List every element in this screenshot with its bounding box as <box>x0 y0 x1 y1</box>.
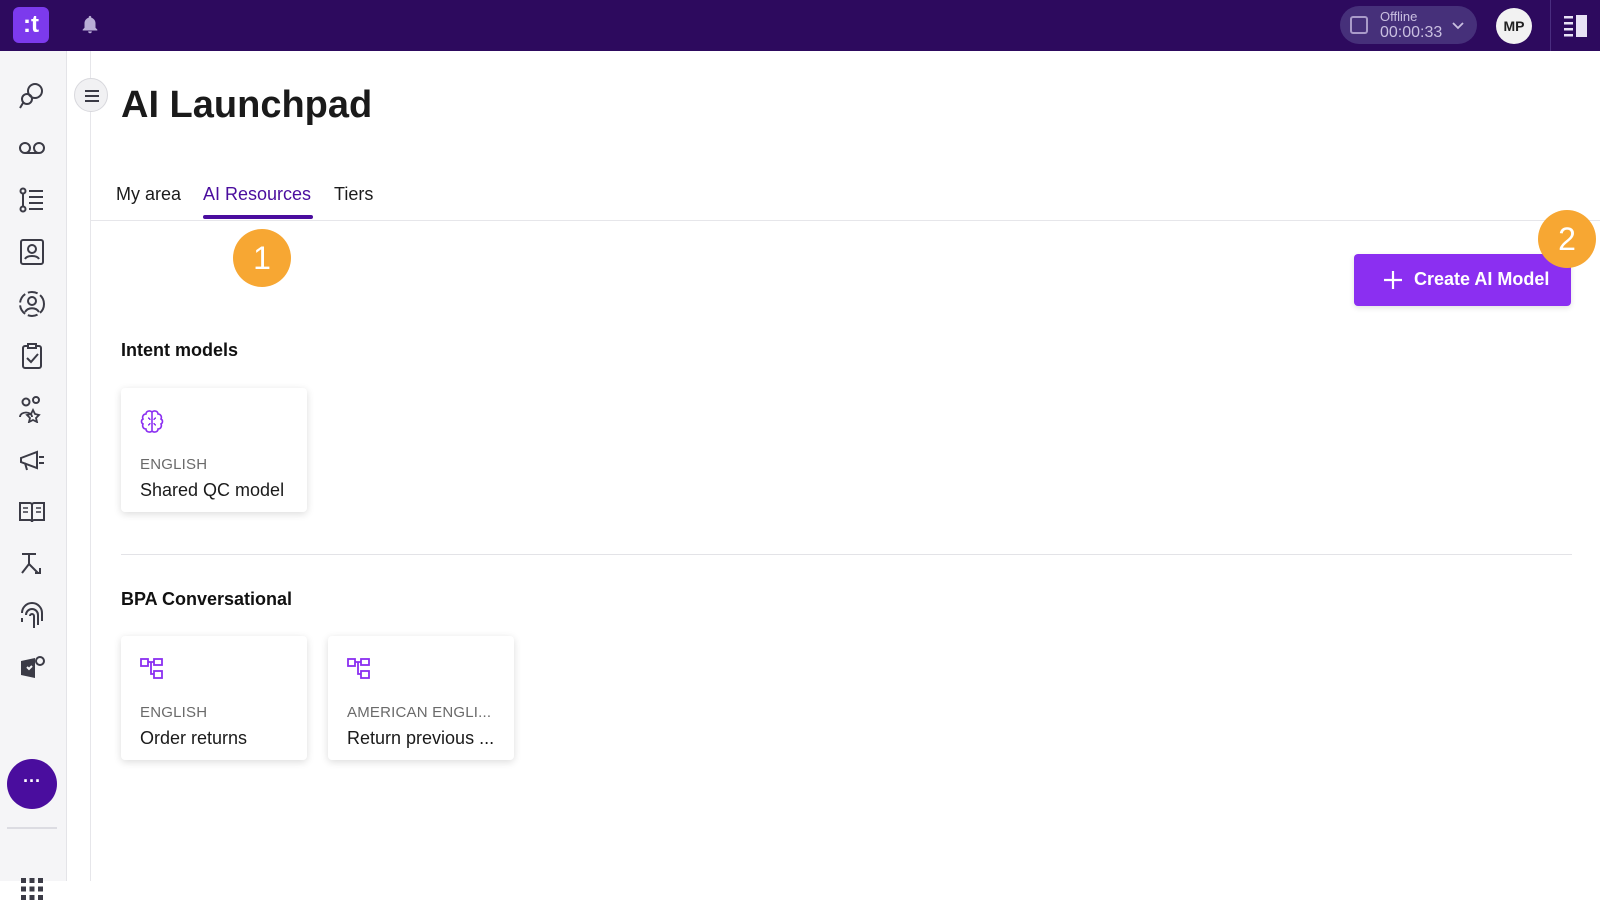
callout-badge-1: 1 <box>233 229 291 287</box>
more-apps-button[interactable]: ··· <box>7 759 57 809</box>
tab-my-area[interactable]: My area <box>116 184 181 205</box>
user-avatar[interactable]: MP <box>1496 8 1532 44</box>
model-card[interactable]: ENGLISH Order returns <box>121 636 307 760</box>
side-panel-toggle[interactable] <box>1550 0 1600 51</box>
callout-badge-2: 2 <box>1538 210 1596 268</box>
sidebar-menu-button[interactable] <box>74 78 108 112</box>
create-ai-model-button[interactable]: Create AI Model <box>1354 254 1571 306</box>
status-stop-icon <box>1350 16 1368 34</box>
left-navigation: ··· <box>0 51 67 900</box>
clipboard-check-icon[interactable] <box>17 341 47 371</box>
tab-tiers[interactable]: Tiers <box>334 184 373 205</box>
agent-status-selector[interactable]: Offline 00:00:33 <box>1340 6 1477 44</box>
fingerprint-icon[interactable] <box>17 601 47 631</box>
model-language: ENGLISH <box>140 456 208 473</box>
contact-book-icon[interactable] <box>17 237 47 267</box>
tabs-divider <box>91 220 1600 221</box>
book-icon[interactable] <box>17 497 47 527</box>
panel-icon <box>1564 15 1587 37</box>
plus-icon <box>1384 271 1402 289</box>
routing-icon[interactable] <box>17 549 47 579</box>
chat-bubbles-icon[interactable] <box>17 81 47 111</box>
team-star-icon[interactable] <box>17 393 47 423</box>
page-title: AI Launchpad <box>121 84 373 126</box>
secondary-sidebar <box>67 51 91 881</box>
bell-icon[interactable] <box>79 14 101 36</box>
brain-icon <box>140 410 164 433</box>
model-card[interactable]: ENGLISH Shared QC model <box>121 388 307 512</box>
voicemail-icon[interactable] <box>17 133 47 163</box>
flow-icon <box>140 658 163 679</box>
flow-icon <box>347 658 370 679</box>
megaphone-icon[interactable] <box>17 445 47 475</box>
app-logo[interactable]: :t <box>13 7 49 43</box>
hamburger-icon <box>85 90 99 102</box>
tab-ai-resources[interactable]: AI Resources <box>203 184 311 205</box>
ai-settings-icon[interactable] <box>17 653 47 683</box>
model-language: AMERICAN ENGLI... <box>347 704 492 721</box>
chevron-down-icon <box>1452 22 1464 30</box>
section-title-intent-models: Intent models <box>121 340 239 360</box>
model-name: Shared QC model <box>140 480 285 500</box>
status-timer: 00:00:33 <box>1380 24 1443 41</box>
model-language: ENGLISH <box>140 704 208 721</box>
active-tab-indicator <box>203 215 313 219</box>
user-circle-icon[interactable] <box>17 289 47 319</box>
section-title-bpa-conversational: BPA Conversational <box>121 589 293 609</box>
top-bar: :t Offline 00:00:33 MP <box>0 0 1600 51</box>
section-divider <box>121 554 1572 555</box>
model-name: Return previous ... <box>347 728 495 748</box>
create-ai-model-label: Create AI Model <box>1414 269 1550 289</box>
nav-divider <box>7 827 57 829</box>
model-name: Order returns <box>140 728 248 748</box>
list-icon[interactable] <box>17 185 47 215</box>
model-card[interactable]: AMERICAN ENGLI... Return previous ... <box>328 636 514 760</box>
status-label: Offline <box>1380 9 1418 24</box>
